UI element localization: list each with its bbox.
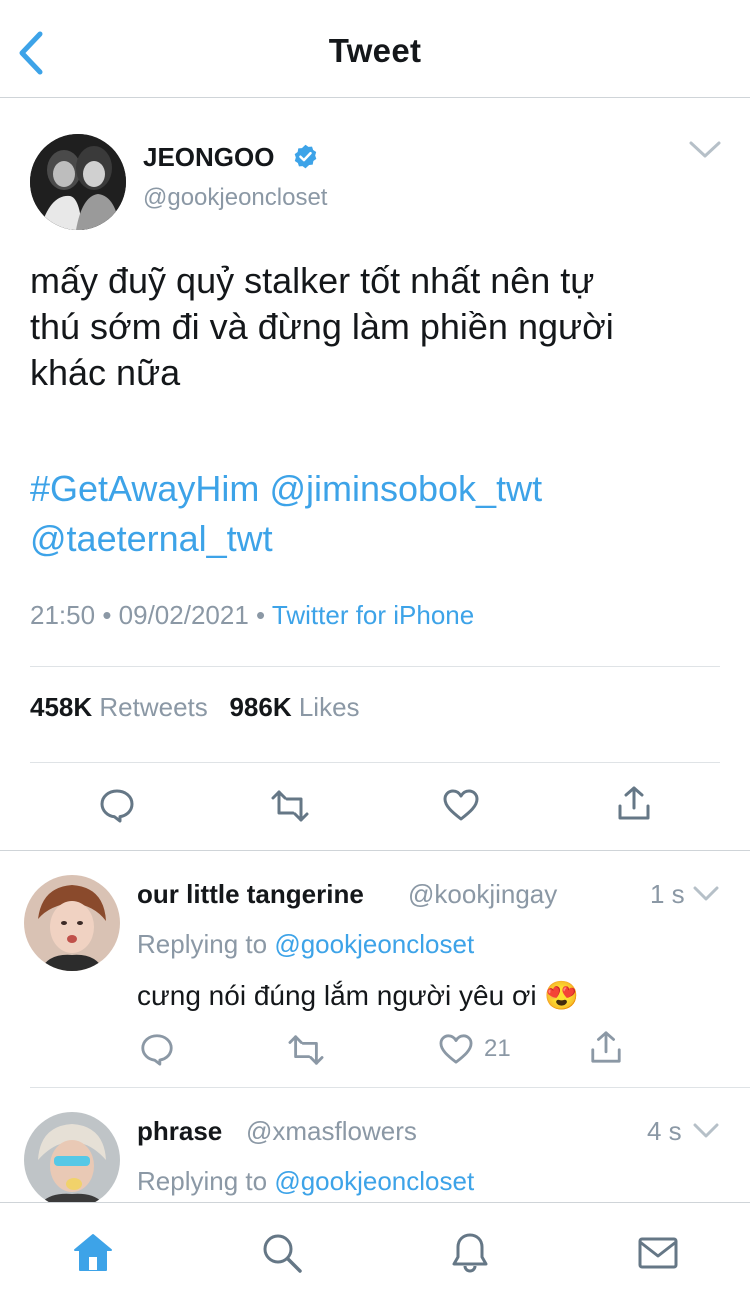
reply-text: cưng nói đúng lắm người yêu ơi 😍 — [137, 979, 579, 1012]
reply-tweet[interactable]: our little tangerine @kookjingay 1 s Rep… — [0, 851, 750, 1087]
mention-link[interactable]: @gookjeoncloset — [274, 1166, 474, 1196]
retweet-icon — [288, 1035, 324, 1065]
avatar-photo — [30, 134, 126, 230]
reply-timestamp: 1 s — [650, 879, 685, 909]
avatar-photo — [24, 875, 120, 971]
reply-options-button[interactable] — [693, 1122, 719, 1140]
author-avatar[interactable] — [30, 134, 126, 230]
mention-link[interactable]: @jiminsobok_twt — [269, 468, 542, 509]
meta-separator: • — [256, 600, 266, 630]
page-title: Tweet — [328, 32, 422, 69]
reply-icon — [141, 1034, 173, 1066]
tweet-time: 21:50 — [30, 600, 96, 630]
replying-to: Replying to @gookjeoncloset — [137, 929, 474, 960]
reply-author-handle[interactable]: @xmasflowers — [246, 1116, 417, 1147]
heart-icon — [443, 789, 479, 821]
reply-options-button[interactable] — [693, 885, 719, 903]
reply-author-handle[interactable]: @kookjingay — [408, 879, 557, 910]
reply-icon — [100, 789, 134, 823]
tab-home[interactable] — [71, 1231, 115, 1275]
divider — [30, 762, 720, 763]
meta-separator: • — [102, 600, 112, 630]
chevron-down-icon — [689, 141, 721, 158]
retweet-button[interactable] — [270, 788, 310, 824]
hashtag-link[interactable]: #GetAwayHim — [30, 468, 259, 509]
verified-badge-icon — [294, 144, 317, 169]
tweet-date: 09/02/2021 — [118, 600, 249, 630]
home-icon — [74, 1234, 112, 1271]
avatar-photo — [24, 1112, 120, 1202]
likes-stat[interactable]: 986K Likes — [229, 692, 359, 722]
mention-link[interactable]: @gookjeoncloset — [274, 929, 474, 959]
like-button[interactable] — [438, 1033, 474, 1065]
mention-link[interactable]: @taeternal_twt — [30, 518, 273, 559]
share-button[interactable] — [589, 1029, 623, 1065]
retweets-count: 458K — [30, 692, 93, 722]
heart-icon — [439, 1034, 473, 1064]
replying-to: Replying to @gookjeoncloset — [137, 1166, 474, 1197]
replying-to-label: Replying to — [137, 929, 268, 959]
reply-timestamp: 4 s — [647, 1116, 682, 1146]
top-nav-bar: Tweet — [0, 0, 750, 98]
chevron-down-icon — [693, 886, 719, 901]
author-handle[interactable]: @gookjeoncloset — [143, 184, 327, 212]
reply-button[interactable] — [139, 1031, 175, 1067]
tweet-links: #GetAwayHim @jiminsobok_twt @taeternal_t… — [30, 464, 720, 564]
likes-label: Likes — [298, 692, 360, 722]
likes-count: 986K — [229, 692, 292, 722]
bell-icon — [452, 1233, 488, 1273]
replying-to-label: Replying to — [137, 1166, 268, 1196]
search-icon — [263, 1234, 302, 1273]
mail-icon — [638, 1237, 678, 1269]
chevron-down-icon — [693, 1123, 719, 1138]
tweet-options-button[interactable] — [688, 138, 722, 162]
tweet-text-line: khác nữa — [30, 352, 181, 393]
tweet-source-link[interactable]: Twitter for iPhone — [272, 600, 474, 630]
divider — [30, 666, 720, 667]
tab-notifications[interactable] — [448, 1231, 492, 1275]
retweet-button[interactable] — [287, 1033, 325, 1067]
reply-author-name[interactable]: phrase — [137, 1116, 222, 1147]
tweet-text-line: thú sớm đi và đừng làm phiền người — [30, 306, 614, 347]
reply-button[interactable] — [98, 786, 136, 824]
retweets-stat[interactable]: 458K Retweets — [30, 692, 208, 722]
author-name[interactable]: JEONGOO — [143, 142, 274, 173]
tweet-stats: 458K Retweets 986K Likes — [30, 692, 360, 723]
heart-eyes-emoji: 😍 — [544, 980, 580, 1011]
share-icon — [591, 1031, 621, 1063]
reply-avatar[interactable] — [24, 1112, 120, 1202]
reply-author-name[interactable]: our little tangerine — [137, 879, 364, 910]
like-count: 21 — [484, 1035, 511, 1062]
share-icon — [618, 786, 650, 820]
retweet-icon — [271, 790, 309, 822]
tweet-meta: 21:50 • 09/02/2021 • Twitter for iPhone — [30, 600, 474, 631]
tweet-text: mấy đuỹ quỷ stalker tốt nhất nên tự thú … — [30, 258, 720, 396]
reply-avatar[interactable] — [24, 875, 120, 971]
tab-messages[interactable] — [636, 1231, 680, 1275]
reply-text-content: cưng nói đúng lắm người yêu ơi — [137, 980, 537, 1011]
tab-search[interactable] — [260, 1231, 304, 1275]
tweet-text-line: mấy đuỹ quỷ stalker tốt nhất nên tự — [30, 260, 595, 301]
like-button[interactable] — [442, 788, 480, 822]
retweets-label: Retweets — [99, 692, 208, 722]
reply-tweet[interactable]: phrase @xmasflowers 4 s Replying to @goo… — [0, 1088, 750, 1202]
bottom-tab-bar — [0, 1202, 750, 1303]
share-button[interactable] — [616, 784, 652, 822]
